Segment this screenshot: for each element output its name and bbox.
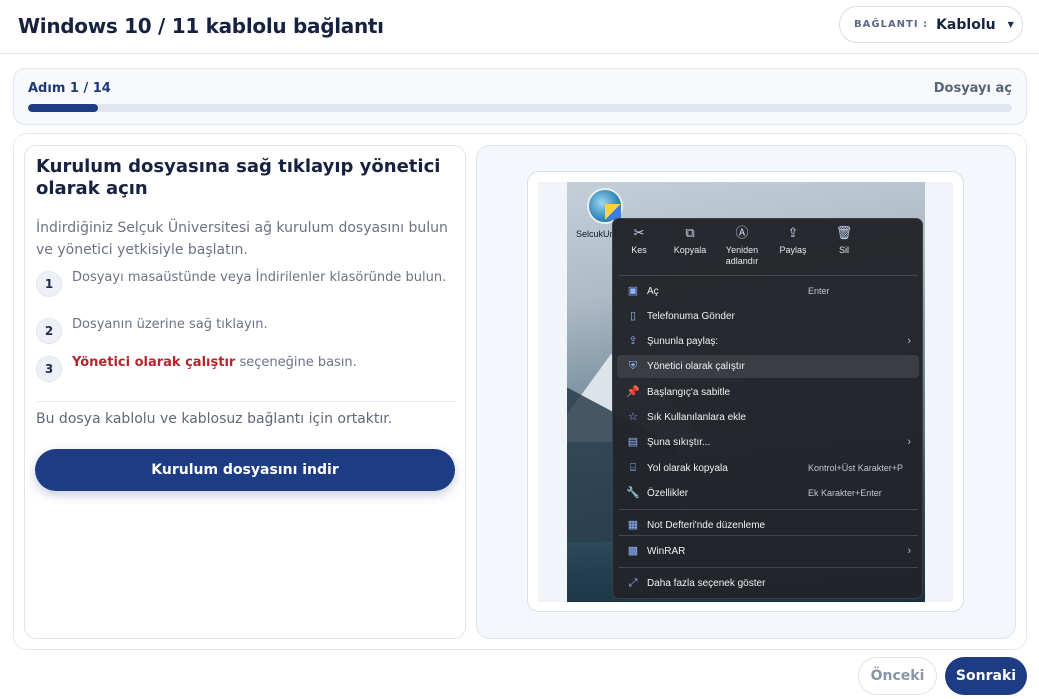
- connection-value: Kablolu: [936, 16, 996, 33]
- instruction-description: İndirdiğiniz Selçuk Üniversitesi ağ kuru…: [36, 220, 448, 258]
- context-action-label: Yeniden adlandır: [725, 245, 759, 266]
- menu-item-label: Yönetici olarak çalıştır: [647, 361, 745, 372]
- scissors-icon: ✂: [633, 225, 645, 240]
- menu-item-label: Yol olarak kopyala: [647, 463, 728, 474]
- menu-item-label: Not Defteri'nde düzenleme: [647, 520, 766, 531]
- instruction-title: Kurulum dosyasına sağ tıklayıp yönetici …: [36, 156, 441, 199]
- step-counter: Adım 1 / 14: [28, 81, 111, 96]
- step-text: Dosyanın üzerine sağ tıklayın.: [72, 317, 268, 332]
- path-icon: ⌸: [629, 462, 637, 474]
- rename-icon: Ⓐ: [735, 225, 749, 240]
- pin-icon: 📌: [626, 386, 640, 398]
- step-list: 1 Dosyayı masaüstünde veya İndirilenler …: [36, 268, 456, 391]
- notepad-icon: ▦: [627, 519, 639, 531]
- menu-item[interactable]: ▣ Aç Enter: [617, 280, 919, 303]
- progress-fill: [28, 104, 99, 112]
- menu-item[interactable]: ⛨ Yönetici olarak çalıştır: [617, 355, 919, 378]
- menu-item[interactable]: 📌 Başlangıç'a sabitle: [617, 381, 919, 404]
- wrench-icon: 🔧: [626, 487, 640, 499]
- menu-item-label: Daha fazla seçenek göster: [647, 578, 766, 589]
- copy-icon: ⧉: [685, 225, 695, 240]
- menu-item[interactable]: 🔧 Özellikler Ek Karakter+Enter: [617, 482, 919, 505]
- step-text: Dosyayı masaüstünde veya İndirilenler kl…: [72, 270, 447, 285]
- context-action-rename[interactable]: Ⓐ Yeniden adlandır: [716, 225, 768, 267]
- step-item: 2 Dosyanın üzerine sağ tıklayın.: [36, 315, 456, 353]
- star-icon: ☆: [628, 411, 638, 423]
- step-number: 3: [36, 356, 62, 382]
- step-text: seçeneğine basın.: [235, 355, 357, 370]
- context-menu: ✂ Kes ⧉ Kopyala Ⓐ Yeniden adlandır ⇪ Paylaş 🗑 Sil…: [612, 218, 923, 599]
- menu-separator: [619, 509, 918, 510]
- menu-item-label: Şuna sıkıştır...: [647, 437, 711, 448]
- shield-icon: ⛨: [628, 360, 638, 372]
- menu-item-shortcut: Enter: [808, 286, 830, 296]
- chevron-right-icon: ›: [907, 436, 911, 448]
- share-with-icon: ⇪: [628, 335, 638, 347]
- trash-icon: 🗑: [835, 225, 853, 240]
- phone-icon: ▯: [629, 310, 637, 322]
- context-action-scissors[interactable]: ✂ Kes: [613, 225, 665, 256]
- menu-item-label: Aç: [647, 286, 659, 297]
- winrar-icon: ▩: [627, 545, 639, 557]
- progress-track: [28, 104, 1012, 112]
- context-action-copy[interactable]: ⧉ Kopyala: [664, 225, 716, 256]
- context-action-label: Paylaş: [779, 245, 807, 255]
- chevron-right-icon: ›: [907, 545, 911, 557]
- menu-item[interactable]: ▤ Şuna sıkıştır... ›: [617, 431, 919, 454]
- context-action-label: Sil: [838, 245, 849, 255]
- menu-item[interactable]: ▩ WinRAR ›: [617, 540, 919, 563]
- context-menu-actions: ✂ Kes ⧉ Kopyala Ⓐ Yeniden adlandır ⇪ Paylaş 🗑 Sil: [613, 219, 922, 274]
- context-action-share[interactable]: ⇪ Paylaş: [767, 225, 819, 256]
- step-number: 2: [36, 318, 62, 344]
- chevron-right-icon: ›: [907, 335, 911, 347]
- menu-item[interactable]: ▦ Not Defteri'nde düzenleme: [617, 514, 919, 537]
- menu-item-label: Başlangıç'a sabitle: [647, 387, 731, 398]
- menu-item-shortcut: Ek Karakter+Enter: [808, 488, 882, 498]
- menu-separator: [619, 567, 918, 568]
- compress-icon: ▤: [627, 436, 639, 448]
- page-title: Windows 10 / 11 kablolu bağlantı: [18, 14, 384, 38]
- share-icon: ⇪: [787, 225, 799, 240]
- step-number: 1: [36, 271, 62, 297]
- open-icon: ▣: [627, 285, 639, 297]
- previous-button[interactable]: Önceki: [858, 657, 937, 695]
- divider: [36, 401, 456, 402]
- connection-label: BAĞLANTI :: [854, 19, 929, 30]
- step-item: 3 Yönetici olarak çalıştır seçeneğine ba…: [36, 353, 456, 391]
- context-action-label: Kopyala: [673, 245, 707, 255]
- menu-item-label: Şununla paylaş:: [647, 336, 719, 347]
- more-options-icon: ⤢: [628, 577, 638, 589]
- download-button[interactable]: Kurulum dosyasını indir: [35, 449, 455, 491]
- chevron-down-icon: ▼: [1007, 20, 1014, 29]
- menu-item[interactable]: ▯ Telefonuma Gönder: [617, 305, 919, 328]
- progress-card: Adım 1 / 14 Dosyayı aç: [13, 68, 1027, 125]
- step-highlight: Yönetici olarak çalıştır: [72, 355, 236, 370]
- context-action-trash[interactable]: 🗑 Sil: [818, 225, 870, 256]
- menu-item[interactable]: ⇪ Şununla paylaş: ›: [617, 330, 919, 353]
- menu-item-label: WinRAR: [647, 546, 686, 557]
- menu-item-label: Özellikler: [647, 488, 689, 499]
- next-button[interactable]: Sonraki: [945, 657, 1027, 695]
- header-bar: Windows 10 / 11 kablolu bağlantı BAĞLANT…: [0, 0, 1039, 54]
- menu-separator: [619, 275, 918, 276]
- menu-item-label: Sık Kullanılanlara ekle: [647, 412, 746, 423]
- menu-item-shortcut: Kontrol+Üst Karakter+P: [808, 463, 904, 473]
- context-action-label: Kes: [631, 245, 647, 255]
- menu-item[interactable]: ⤢ Daha fazla seçenek göster: [617, 572, 919, 595]
- menu-item[interactable]: ☆ Sık Kullanılanlara ekle: [617, 406, 919, 429]
- step-action-label: Dosyayı aç: [933, 81, 1012, 96]
- connection-select[interactable]: BAĞLANTI : Kablolu ▼: [839, 6, 1023, 43]
- step-item: 1 Dosyayı masaüstünde veya İndirilenler …: [36, 268, 456, 315]
- menu-item[interactable]: ⌸ Yol olarak kopyala Kontrol+Üst Karakter+…: [617, 457, 919, 480]
- instruction-panel: Kurulum dosyasına sağ tıklayıp yönetici …: [24, 145, 466, 639]
- desktop-icon-label: SelcukUni: [576, 229, 617, 239]
- menu-item-label: Telefonuma Gönder: [647, 311, 735, 322]
- instruction-note: Bu dosya kablolu ve kablosuz bağlantı iç…: [36, 411, 393, 427]
